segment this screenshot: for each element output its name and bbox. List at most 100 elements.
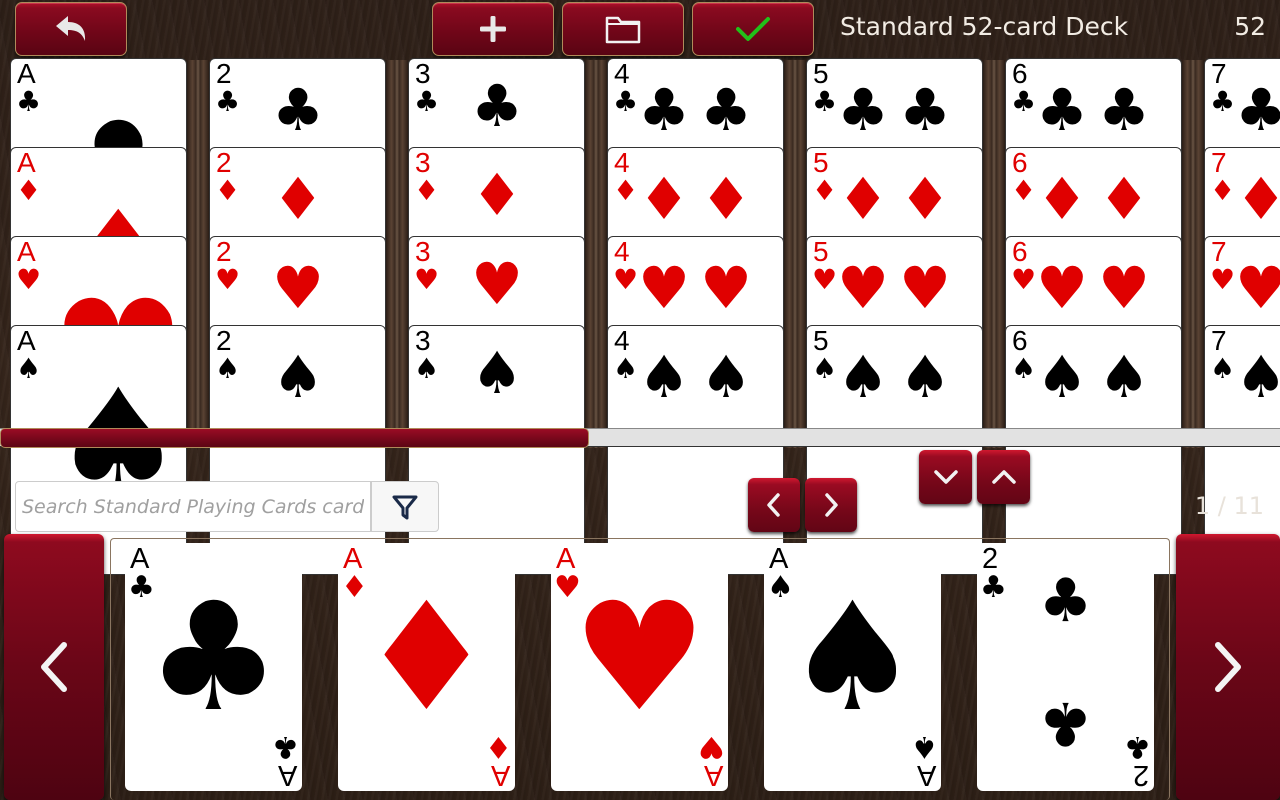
tray-scroll-right-button[interactable] bbox=[1176, 534, 1280, 800]
card-suit-icon: ♦ bbox=[613, 174, 639, 207]
card-search-input[interactable] bbox=[15, 481, 371, 532]
plus-icon bbox=[480, 16, 506, 42]
card-suit-icon: ♦ bbox=[812, 174, 838, 207]
column-divider bbox=[187, 60, 209, 448]
column-divider bbox=[1182, 60, 1204, 448]
chevron-left-icon bbox=[41, 642, 67, 692]
card-pip: ♥ bbox=[1098, 254, 1150, 322]
card-suit-icon: ♣ bbox=[16, 85, 42, 118]
column-divider bbox=[386, 60, 408, 448]
deck-card-count: 52 bbox=[1234, 12, 1266, 41]
card-suit-icon: ♣ bbox=[1210, 85, 1236, 118]
chevron-right-icon bbox=[1215, 642, 1241, 692]
card-pip: ♣ bbox=[1038, 688, 1093, 758]
column-divider bbox=[585, 60, 607, 448]
card-pip: ♥ bbox=[837, 254, 889, 322]
expand-button[interactable] bbox=[977, 450, 1030, 504]
card-pip: ♠ bbox=[899, 343, 951, 411]
card-pip: ♣ bbox=[837, 76, 889, 144]
card-pip: ♣ bbox=[272, 76, 324, 144]
card-pip: ♠ bbox=[272, 343, 324, 411]
card-suit-icon: ♠ bbox=[613, 352, 639, 385]
card-pip: ♥ bbox=[471, 250, 523, 318]
card-pip: ♣ bbox=[1098, 76, 1150, 144]
card-pip: ♥ bbox=[1036, 254, 1088, 322]
card-suit-icon: ♦ bbox=[414, 174, 440, 207]
checkmark-icon bbox=[736, 17, 770, 41]
card-suit-icon: ♥ bbox=[613, 263, 639, 296]
card-pip: ♥ bbox=[272, 254, 324, 322]
card-pip: ♦ bbox=[1235, 170, 1280, 228]
card-pip: ♥ bbox=[700, 254, 752, 322]
card-center-pip: ♣ bbox=[146, 571, 281, 745]
card-pip: ♠ bbox=[1235, 348, 1280, 406]
card-suit-icon: ♣ bbox=[812, 85, 838, 118]
card-suit-icon: ♣ bbox=[414, 85, 440, 118]
card-pip: ♣ bbox=[1038, 566, 1093, 636]
card-suit-icon: ♣ bbox=[1011, 85, 1037, 118]
card-suit-icon: ♦ bbox=[16, 174, 42, 207]
card-suit-icon: ♠ bbox=[812, 352, 838, 385]
card-suit-icon: ♣ bbox=[613, 85, 639, 118]
add-button[interactable] bbox=[432, 2, 554, 56]
card-center-pip: ♠ bbox=[785, 571, 920, 745]
card-pip: ♦ bbox=[1098, 165, 1150, 233]
filter-button[interactable] bbox=[371, 481, 439, 532]
card-pip: ♦ bbox=[272, 165, 324, 233]
card-pip: ♥ bbox=[899, 254, 951, 322]
card-pip: ♠ bbox=[837, 343, 889, 411]
card-pip: ♦ bbox=[638, 165, 690, 233]
card-suit-icon: ♦ bbox=[1210, 174, 1236, 207]
column-divider bbox=[784, 60, 806, 448]
card-pip: ♣ bbox=[471, 72, 523, 140]
open-folder-button[interactable] bbox=[562, 2, 684, 56]
card-pip: ♣ bbox=[700, 76, 752, 144]
card-pip: ♦ bbox=[837, 165, 889, 233]
card-suit-icon: ♥ bbox=[1210, 263, 1236, 296]
confirm-button[interactable] bbox=[692, 2, 814, 56]
card-suit-icon: ♦ bbox=[1011, 174, 1037, 207]
card-pip: ♠ bbox=[638, 343, 690, 411]
card-pip: ♣ bbox=[899, 76, 951, 144]
card-pip: ♦ bbox=[700, 165, 752, 233]
filter-icon bbox=[392, 495, 418, 519]
tray-card[interactable]: 2 ♣ 2 ♣ ♣ ♣ bbox=[977, 543, 1154, 791]
card-pip: ♠ bbox=[1098, 343, 1150, 411]
card-suit-icon: ♠ bbox=[16, 352, 42, 385]
page-next-button[interactable] bbox=[805, 478, 857, 532]
card-pip: ♠ bbox=[1036, 343, 1088, 411]
card-pip: ♠ bbox=[471, 339, 523, 407]
card-suit-icon: ♥ bbox=[16, 263, 42, 296]
chevron-right-icon bbox=[825, 493, 838, 517]
tray-card[interactable]: A ♠ A ♠ ♠ bbox=[764, 543, 941, 791]
card-rank-bottom: A bbox=[916, 759, 936, 791]
card-pip: ♥ bbox=[638, 254, 690, 322]
card-suit-icon: ♥ bbox=[1011, 263, 1037, 296]
chevron-left-icon bbox=[767, 493, 780, 517]
folder-icon bbox=[605, 16, 641, 44]
card-rank-bottom: 2 bbox=[1132, 759, 1149, 791]
card-pip: ♦ bbox=[899, 165, 951, 233]
card-suit-icon: ♠ bbox=[1011, 352, 1037, 385]
chevron-down-icon bbox=[933, 470, 958, 484]
card-suit-icon: ♠ bbox=[1210, 352, 1236, 385]
card-suit-icon: ♥ bbox=[414, 263, 440, 296]
column-divider bbox=[983, 60, 1005, 448]
page-prev-button[interactable] bbox=[748, 478, 800, 532]
deck-title: Standard 52-card Deck bbox=[840, 12, 1129, 41]
card-pip: ♥ bbox=[1235, 259, 1280, 317]
card-pip: ♠ bbox=[700, 343, 752, 411]
card-rank-bottom: A bbox=[703, 759, 723, 791]
tray-scroll-left-button[interactable] bbox=[4, 534, 104, 800]
deck-grid-scrollbar-thumb[interactable] bbox=[0, 428, 589, 448]
tray-card[interactable]: A ♥ A ♥ ♥ bbox=[551, 543, 728, 791]
card-suit-icon: ♥ bbox=[812, 263, 838, 296]
tray-card[interactable]: A ♣ A ♣ ♣ bbox=[125, 543, 302, 791]
back-button[interactable] bbox=[15, 2, 127, 56]
tray-card[interactable]: A ♦ A ♦ ♦ bbox=[338, 543, 515, 791]
chevron-up-icon bbox=[991, 470, 1016, 484]
collapse-button[interactable] bbox=[919, 450, 972, 504]
undo-arrow-icon bbox=[56, 16, 86, 41]
card-pip: ♦ bbox=[1036, 165, 1088, 233]
card-pip: ♣ bbox=[1235, 81, 1280, 139]
